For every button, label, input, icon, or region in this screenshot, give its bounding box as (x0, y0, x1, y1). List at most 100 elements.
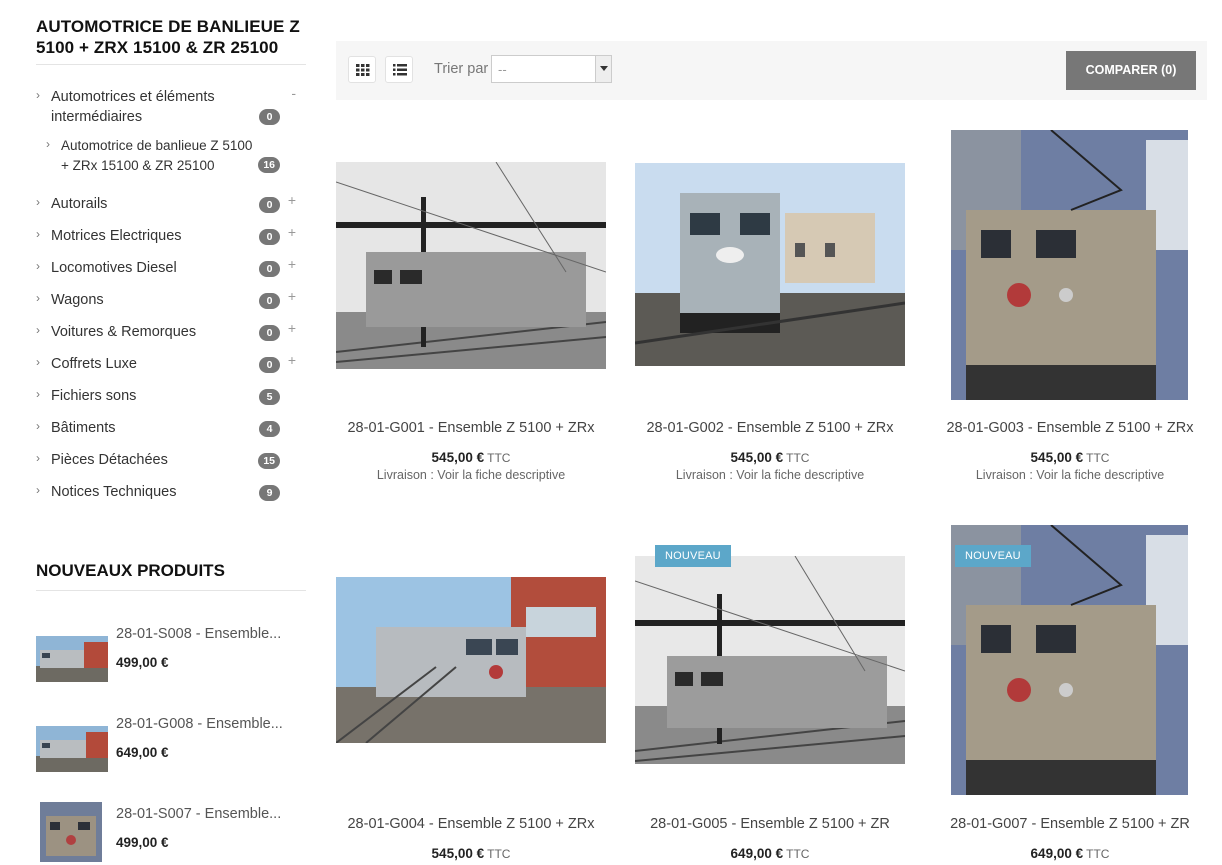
grid-icon (356, 64, 370, 76)
chevron-down-icon[interactable] (595, 56, 611, 82)
new-product-price: 649,00 € (116, 745, 169, 760)
chevron-right-icon: › (36, 483, 40, 497)
new-product-name[interactable]: 28-01-S007 - Ensemble... (116, 806, 281, 822)
delivery-info: Livraison : Voir la fiche descriptive (975, 468, 1165, 482)
product-price: 545,00 € TTC (336, 846, 606, 861)
category-item-fichiers-sons[interactable]: › Fichiers sons 5 (36, 386, 306, 418)
chevron-right-icon: › (36, 451, 40, 465)
chevron-right-icon: › (36, 291, 40, 305)
sort-select[interactable]: -- (491, 55, 612, 83)
product-name[interactable]: 28-01-G003 - Ensemble Z 5100 + ZRx (935, 420, 1205, 436)
category-item-wagons[interactable]: › Wagons 0 + (36, 288, 306, 322)
chevron-right-icon: › (36, 387, 40, 401)
count-badge: 0 (259, 325, 280, 341)
sort-label: Trier par (434, 61, 489, 77)
product-image[interactable] (336, 162, 606, 369)
category-item-batiments[interactable]: › Bâtiments 4 (36, 418, 306, 450)
count-badge: 0 (259, 261, 280, 277)
product-price: 545,00 € TTC (336, 450, 606, 465)
product-name[interactable]: 28-01-G007 - Ensemble Z 5100 + ZR (935, 816, 1205, 832)
expand-icon[interactable]: + (288, 192, 296, 208)
count-badge: 0 (259, 357, 280, 373)
new-product-name[interactable]: 28-01-S008 - Ensemble... (116, 626, 281, 642)
new-product-item[interactable]: 28-01-G008 - Ensemble... 649,00 € (36, 716, 306, 796)
product-name[interactable]: 28-01-G001 - Ensemble Z 5100 + ZRx (336, 420, 606, 436)
category-item-notices-techniques[interactable]: › Notices Techniques 9 (36, 482, 306, 514)
product-card[interactable]: NOUVEAU 28-01-G007 - Ensemble Z 5100 + Z… (935, 525, 1205, 865)
chevron-right-icon: › (36, 259, 40, 273)
product-name[interactable]: 28-01-G002 - Ensemble Z 5100 + ZRx (635, 420, 905, 436)
category-item-voitures-remorques[interactable]: › Voitures & Remorques 0 + (36, 320, 306, 354)
chevron-right-icon: › (36, 227, 40, 241)
product-name[interactable]: 28-01-G004 - Ensemble Z 5100 + ZRx (336, 816, 606, 832)
count-badge: 9 (259, 485, 280, 501)
new-product-price: 499,00 € (116, 655, 169, 670)
new-badge: NOUVEAU (955, 545, 1031, 567)
category-item-locomotives-diesel[interactable]: › Locomotives Diesel 0 + (36, 256, 306, 290)
product-thumbnail[interactable] (40, 802, 102, 862)
category-item-automotrices[interactable]: › Automotrices et éléments intermédiaire… (36, 85, 306, 136)
product-thumbnail[interactable] (36, 636, 108, 682)
count-badge: 5 (259, 389, 280, 405)
list-icon (393, 64, 407, 76)
price-value: 545,00 € (730, 450, 784, 465)
product-price: 545,00 € TTC (935, 450, 1205, 465)
list-view-button[interactable] (385, 56, 413, 83)
count-badge: 4 (259, 421, 280, 437)
chevron-right-icon: › (36, 355, 40, 369)
price-tax-label: TTC (1086, 847, 1110, 861)
category-item-pieces-detachees[interactable]: › Pièces Détachées 15 (36, 450, 306, 482)
chevron-right-icon: › (36, 195, 40, 209)
new-product-item[interactable]: 28-01-S008 - Ensemble... 499,00 € (36, 626, 306, 706)
price-value: 649,00 € (1030, 846, 1084, 861)
new-badge: NOUVEAU (655, 545, 731, 567)
product-thumbnail[interactable] (36, 726, 108, 772)
new-product-price: 499,00 € (116, 835, 169, 850)
divider (36, 590, 306, 591)
count-badge: 15 (258, 453, 280, 469)
product-image[interactable] (951, 130, 1188, 400)
collapse-icon[interactable]: - (291, 85, 296, 101)
chevron-right-icon: › (46, 137, 50, 151)
product-card[interactable]: 28-01-G001 - Ensemble Z 5100 + ZRx 545,0… (336, 130, 606, 490)
count-badge: 16 (258, 157, 280, 173)
category-sidebar: AUTOMOTRICE DE BANLIEUE Z 5100 + ZRX 151… (36, 0, 306, 514)
product-card[interactable]: 28-01-G003 - Ensemble Z 5100 + ZRx 545,0… (935, 130, 1205, 490)
category-item-coffrets-luxe[interactable]: › Coffrets Luxe 0 + (36, 352, 306, 386)
delivery-info: Livraison : Voir la fiche descriptive (675, 468, 865, 482)
product-image[interactable] (635, 556, 905, 764)
price-tax-label: TTC (487, 847, 511, 861)
expand-icon[interactable]: + (288, 352, 296, 368)
price-value: 545,00 € (1030, 450, 1084, 465)
count-badge: 0 (259, 293, 280, 309)
expand-icon[interactable]: + (288, 288, 296, 304)
category-list: › Automotrices et éléments intermédiaire… (36, 85, 306, 514)
price-value: 545,00 € (431, 450, 485, 465)
grid-view-button[interactable] (348, 56, 376, 83)
product-card[interactable]: 28-01-G004 - Ensemble Z 5100 + ZRx 545,0… (336, 525, 606, 865)
compare-button[interactable]: COMPARER (0) (1066, 51, 1196, 90)
product-image[interactable] (635, 163, 905, 366)
expand-icon[interactable]: + (288, 320, 296, 336)
price-tax-label: TTC (487, 451, 511, 465)
divider (36, 64, 306, 65)
product-name[interactable]: 28-01-G005 - Ensemble Z 5100 + ZR (635, 816, 905, 832)
new-product-name[interactable]: 28-01-G008 - Ensemble... (116, 716, 283, 732)
category-item-motrices-electriques[interactable]: › Motrices Electriques 0 + (36, 224, 306, 258)
product-card[interactable]: NOUVEAU 28-01-G005 - Ensemble Z 5100 + Z… (635, 525, 905, 865)
count-badge: 0 (259, 109, 280, 125)
count-badge: 0 (259, 197, 280, 213)
expand-icon[interactable]: + (288, 256, 296, 272)
category-item-z5100[interactable]: › Automotrice de banlieue Z 5100 + ZRx 1… (36, 136, 306, 194)
price-tax-label: TTC (786, 847, 810, 861)
product-price: 649,00 € TTC (635, 846, 905, 861)
product-image[interactable] (336, 577, 606, 743)
product-card[interactable]: 28-01-G002 - Ensemble Z 5100 + ZRx 545,0… (635, 130, 905, 490)
chevron-right-icon: › (36, 323, 40, 337)
product-price: 649,00 € TTC (935, 846, 1205, 861)
expand-icon[interactable]: + (288, 224, 296, 240)
delivery-info: Livraison : Voir la fiche descriptive (376, 468, 566, 482)
new-product-item[interactable]: 28-01-S007 - Ensemble... 499,00 € (36, 802, 306, 865)
category-item-autorails[interactable]: › Autorails 0 + (36, 192, 306, 226)
price-tax-label: TTC (786, 451, 810, 465)
